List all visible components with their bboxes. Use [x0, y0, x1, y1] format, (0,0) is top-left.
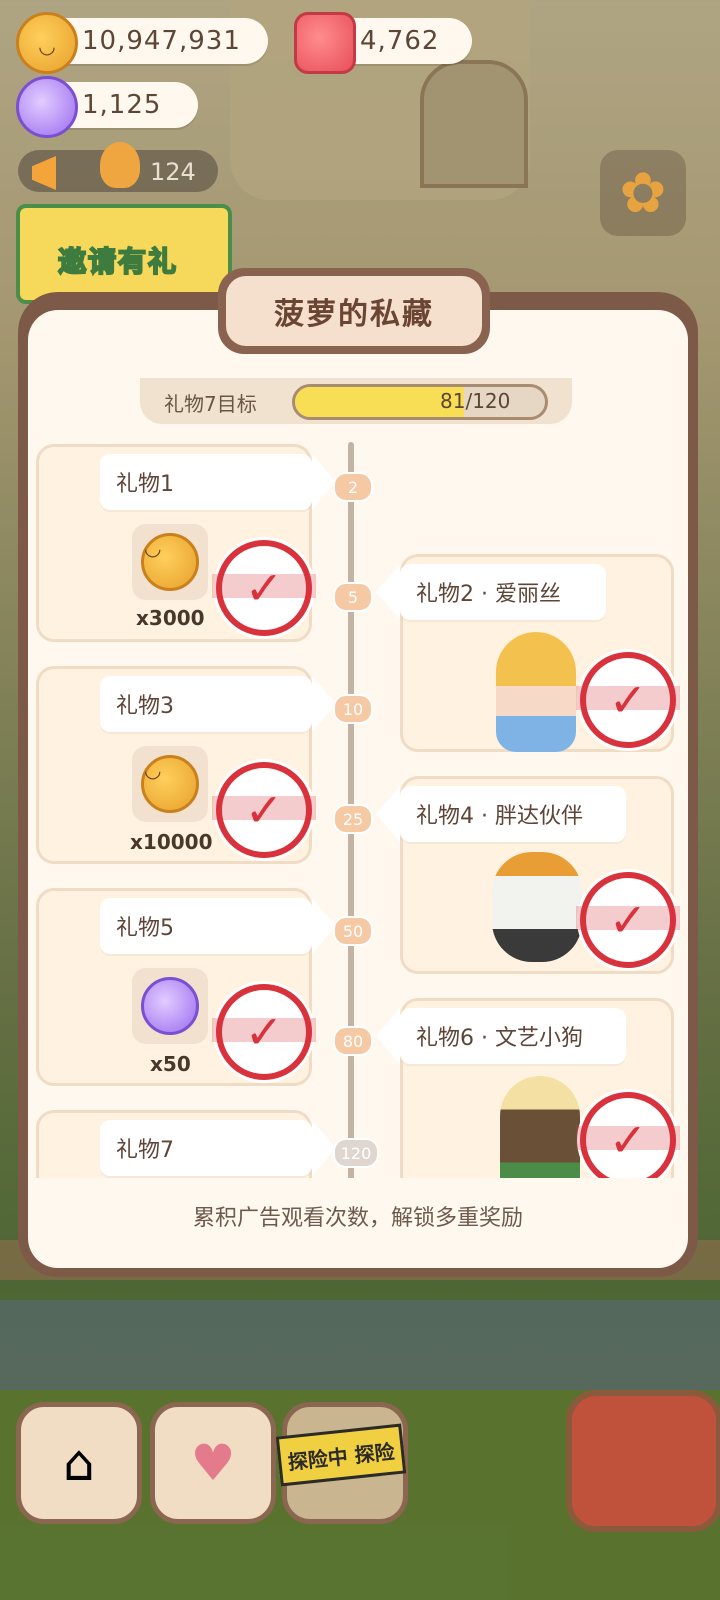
diary-nav-button[interactable]: ♥ [150, 1402, 276, 1524]
gift-6-label: 礼物6 · 文艺小狗 [376, 1008, 626, 1064]
settings-button[interactable]: ✿ [600, 150, 686, 236]
gear-icon: ✿ [619, 160, 667, 226]
gift-1-label: 礼物1 [100, 454, 336, 510]
claimed-stamp: ✓ [212, 540, 316, 636]
candy-counter[interactable]: 1,125 [16, 76, 198, 138]
mushroom-house-icon: ⌂ [63, 1434, 95, 1492]
cookie-counter[interactable]: 10,947,931 [16, 12, 268, 74]
jelly-counter[interactable]: 4,762 [294, 12, 472, 74]
candy-icon [16, 76, 78, 138]
gift-1-qty: x3000 [136, 606, 205, 630]
candy-icon [141, 977, 199, 1035]
timeline-node-25: 25 [333, 804, 373, 834]
check-icon: ✓ [244, 1005, 284, 1059]
check-icon: ✓ [244, 561, 284, 615]
jelly-icon [294, 12, 356, 74]
timeline-node-5: 5 [333, 582, 373, 612]
modal-title-text: 菠萝的私藏 [274, 297, 434, 332]
gift-3-label: 礼物3 [100, 676, 336, 732]
gift-timeline-scroll[interactable]: 礼物1 2 x3000 ✓ 礼物2 · 爱丽丝 5 ✓ 礼物3 10 x1000… [36, 432, 684, 1178]
timeline-node-2: 2 [333, 472, 373, 502]
cookie-icon [141, 755, 199, 813]
gift-4-label: 礼物4 · 胖达伙伴 [376, 786, 626, 842]
mascot-icon [100, 142, 140, 188]
check-icon: ✓ [608, 1113, 648, 1167]
home-nav-button[interactable]: ⌂ [16, 1402, 142, 1524]
gift-5-qty: x50 [150, 1052, 191, 1076]
goal-progress-text: 81/120 [440, 389, 511, 413]
cookie-icon [141, 533, 199, 591]
goal-progress-fill [295, 387, 464, 417]
cookie-amount: 10,947,931 [82, 26, 241, 56]
claimed-stamp: ✓ [576, 652, 680, 748]
jelly-amount: 4,762 [360, 26, 440, 56]
heart-notebook-icon: ♥ [190, 1434, 236, 1492]
gift-5-label: 礼物5 [100, 898, 336, 954]
modal-title: 菠萝的私藏 [226, 276, 482, 346]
dog-character [500, 1076, 580, 1178]
goal-label: 礼物7目标 [164, 392, 257, 416]
check-icon: ✓ [608, 893, 648, 947]
cookie-icon [16, 12, 78, 74]
broadcast-count: 124 [150, 158, 196, 186]
alice-character [496, 632, 576, 752]
claimed-stamp: ✓ [576, 1092, 680, 1178]
claimed-stamp: ✓ [576, 872, 680, 968]
candy-amount: 1,125 [82, 90, 162, 120]
timeline-node-80: 80 [333, 1026, 373, 1056]
check-icon: ✓ [244, 783, 284, 837]
claimed-stamp: ✓ [212, 984, 316, 1080]
check-icon: ✓ [608, 673, 648, 727]
claimed-stamp: ✓ [212, 762, 316, 858]
panda-character [492, 852, 582, 962]
gift-1-reward [132, 524, 208, 600]
stage-nav-button[interactable] [566, 1390, 720, 1532]
invite-label: 邀请有礼 [57, 244, 179, 279]
timeline-node-10: 10 [333, 694, 373, 724]
timeline-node-50: 50 [333, 916, 373, 946]
gift-2-label: 礼物2 · 爱丽丝 [376, 564, 606, 620]
timeline-node-120: 120 [333, 1138, 379, 1168]
gift-7-label: 礼物7 [100, 1120, 336, 1176]
gift-3-reward [132, 746, 208, 822]
modal-footer-hint: 累积广告观看次数，解锁多重奖励 [192, 1206, 523, 1231]
gift-5-reward [132, 968, 208, 1044]
gift-3-qty: x10000 [130, 830, 213, 854]
